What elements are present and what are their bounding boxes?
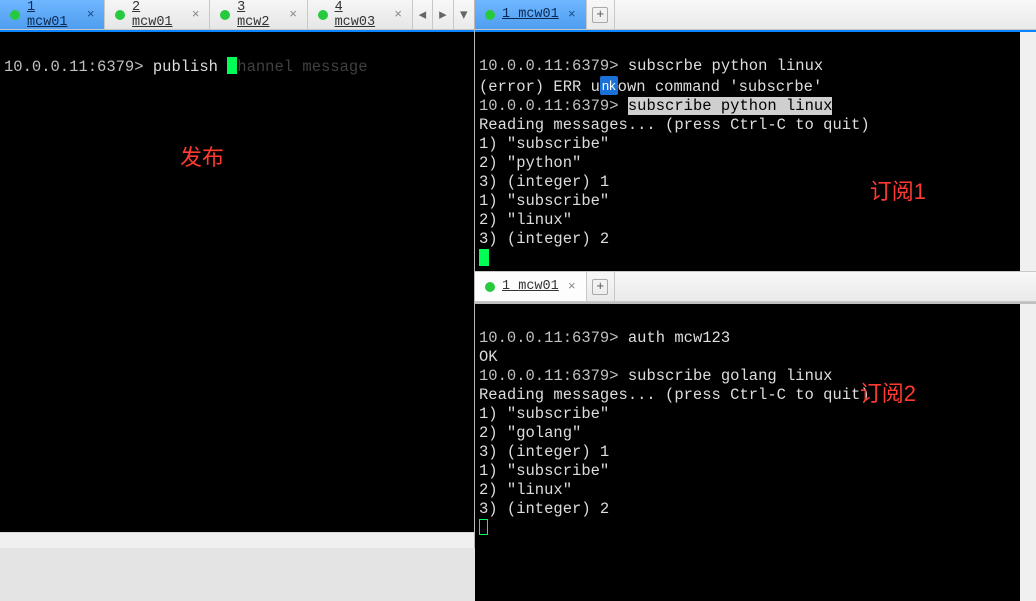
typed-command: publish [153, 58, 218, 76]
terminal-line: Reading messages... (press Ctrl-C to qui… [479, 386, 870, 404]
redis-prompt: 10.0.0.11:6379> [479, 367, 619, 385]
right-top-pane: 1 mcw01 × + 10.0.0.11:6379> subscrbe pyt… [475, 0, 1036, 272]
terminal-line: 1) "subscribe" [479, 192, 609, 210]
vertical-scrollbar[interactable] [1020, 32, 1036, 271]
terminal-line: auth mcw123 [628, 329, 730, 347]
vertical-scrollbar[interactable] [1020, 304, 1036, 601]
terminal-line: 2) "linux" [479, 211, 572, 229]
close-icon[interactable]: × [566, 9, 578, 21]
annotation-publish: 发布 [180, 148, 224, 167]
tab-mcw01-rb[interactable]: 1 mcw01 × [475, 272, 587, 301]
right-bottom-pane: 1 mcw01 × + 10.0.0.11:6379> auth mcw123 … [475, 272, 1036, 601]
terminal-line: 1) "subscribe" [479, 462, 609, 480]
terminal-line: 3) (integer) 1 [479, 443, 609, 461]
tab-label: 3 mcw2 [237, 0, 281, 30]
status-dot-icon [220, 10, 230, 20]
cursor-icon [479, 249, 489, 266]
tab-mcw01-2[interactable]: 2 mcw01 × [105, 0, 210, 29]
terminal-line: Reading messages... (press Ctrl-C to qui… [479, 116, 870, 134]
annotation-sub2: 订阅2 [860, 384, 916, 403]
tab-mcw01-1[interactable]: 1 mcw01 × [0, 0, 105, 29]
tab-label: 1 mcw01 [502, 279, 559, 294]
close-icon[interactable]: × [288, 9, 299, 21]
annotation-sub1: 订阅1 [870, 182, 926, 201]
right-top-tabbar: 1 mcw01 × + [475, 0, 1036, 30]
status-dot-icon [115, 10, 125, 20]
left-tabbar: 1 mcw01 × 2 mcw01 × 3 mcw2 × 4 mcw03 × ◂… [0, 0, 474, 30]
right-top-terminal[interactable]: 10.0.0.11:6379> subscrbe python linux (e… [475, 30, 1036, 271]
terminal-line: 3) (integer) 1 [479, 173, 609, 191]
close-icon[interactable]: × [190, 9, 201, 21]
plus-icon: + [592, 279, 608, 295]
cursor-icon [227, 57, 237, 74]
close-icon[interactable]: × [393, 9, 404, 21]
new-tab-button[interactable]: + [587, 272, 615, 301]
close-icon[interactable]: × [566, 281, 578, 293]
new-tab-button[interactable]: + [587, 0, 615, 29]
terminal-line: 1) "subscribe" [479, 405, 609, 423]
terminal-line: 2) "linux" [479, 481, 572, 499]
terminal-line: 2) "golang" [479, 424, 581, 442]
right-bottom-tabbar: 1 mcw01 × + [475, 272, 1036, 302]
tab-label: 4 mcw03 [335, 0, 386, 30]
tab-scroll-right-icon[interactable]: ▸ [433, 0, 453, 29]
terminal-line: OK [479, 348, 498, 366]
redis-prompt: 10.0.0.11:6379> [479, 329, 619, 347]
ime-indicator-icon: nk [600, 76, 618, 95]
tab-label: 2 mcw01 [132, 0, 183, 30]
command-hint: hannel message [237, 58, 367, 76]
terminal-line: subscribe golang linux [628, 367, 833, 385]
tab-label: 1 mcw01 [27, 0, 78, 30]
terminal-line: 3) (integer) 2 [479, 230, 609, 248]
tab-scroll-left-icon[interactable]: ◂ [413, 0, 433, 29]
terminal-line: own command 'subscrbe' [618, 78, 823, 96]
terminal-line: subscrbe python linux [628, 57, 823, 75]
tab-mcw01-rt[interactable]: 1 mcw01 × [475, 0, 587, 29]
left-pane: 1 mcw01 × 2 mcw01 × 3 mcw2 × 4 mcw03 × ◂… [0, 0, 475, 548]
status-dot-icon [318, 10, 328, 20]
left-terminal[interactable]: 10.0.0.11:6379> publish hannel message 发… [0, 30, 474, 548]
terminal-line: (error) ERR u [479, 78, 600, 96]
tab-mcw03-4[interactable]: 4 mcw03 × [308, 0, 413, 29]
horizontal-scrollbar[interactable] [0, 532, 474, 548]
status-dot-icon [485, 282, 495, 292]
redis-prompt: 10.0.0.11:6379> [479, 57, 619, 75]
close-icon[interactable]: × [85, 9, 96, 21]
cursor-icon [479, 519, 488, 535]
tab-dropdown-icon[interactable]: ▾ [454, 0, 474, 29]
tab-mcw2-3[interactable]: 3 mcw2 × [210, 0, 308, 29]
right-pane: 1 mcw01 × + 10.0.0.11:6379> subscrbe pyt… [475, 0, 1036, 548]
terminal-line: 2) "python" [479, 154, 581, 172]
status-dot-icon [10, 10, 20, 20]
status-dot-icon [485, 10, 495, 20]
right-bottom-terminal[interactable]: 10.0.0.11:6379> auth mcw123 OK 10.0.0.11… [475, 302, 1036, 601]
plus-icon: + [592, 7, 608, 23]
terminal-line: 1) "subscribe" [479, 135, 609, 153]
redis-prompt: 10.0.0.11:6379> [479, 97, 619, 115]
redis-prompt: 10.0.0.11:6379> [4, 58, 144, 76]
selected-text: subscribe python linux [628, 97, 833, 115]
tab-label: 1 mcw01 [502, 7, 559, 22]
terminal-line: 3) (integer) 2 [479, 500, 609, 518]
